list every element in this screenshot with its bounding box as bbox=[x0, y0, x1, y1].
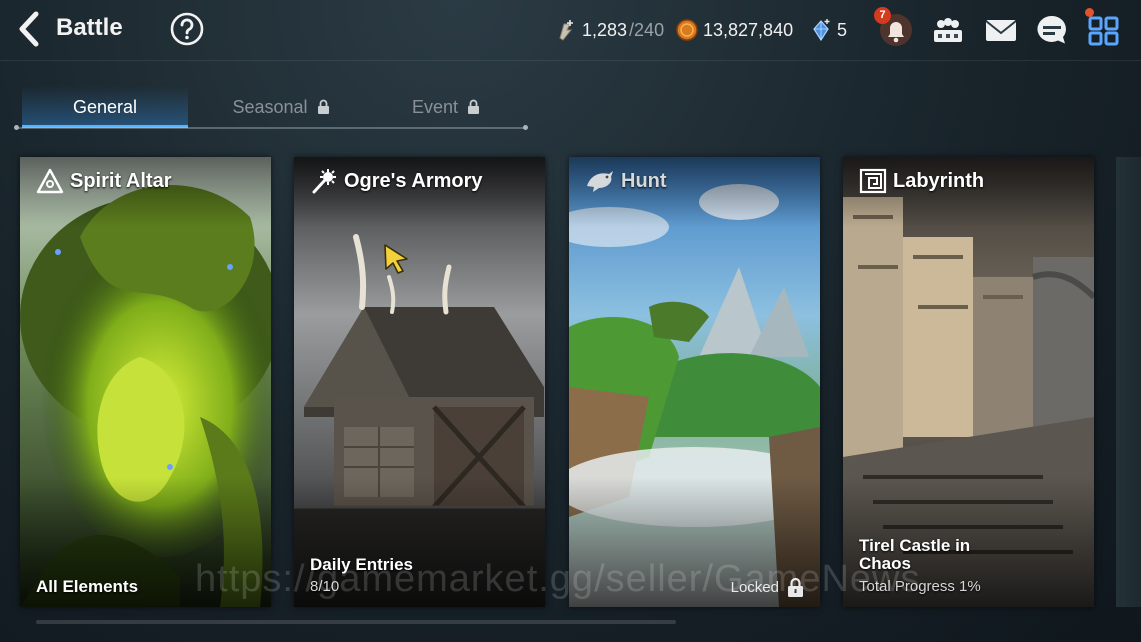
card-title: Spirit Altar bbox=[70, 169, 172, 192]
card-title: Labyrinth bbox=[893, 169, 985, 192]
header-divider bbox=[0, 60, 1141, 61]
dungeon-name-line1: Tirel Castle in bbox=[859, 536, 971, 555]
menu-grid-icon bbox=[1088, 16, 1119, 46]
spirit-altar-icon bbox=[36, 168, 64, 194]
labyrinth-icon bbox=[859, 168, 887, 194]
card-subtitle: All Elements bbox=[36, 577, 139, 596]
card-title: Ogre's Armory bbox=[344, 169, 483, 192]
card-hunt[interactable]: Hunt Locked bbox=[569, 157, 820, 607]
hunt-dragon-icon bbox=[587, 171, 613, 192]
stamina-max: /240 bbox=[629, 19, 665, 40]
crystal-icon bbox=[813, 19, 830, 42]
stamina-icon bbox=[559, 20, 573, 41]
back-arrow-icon bbox=[19, 11, 39, 47]
crystal-value: 5 bbox=[837, 19, 848, 40]
crystal-display[interactable]: 5 bbox=[809, 16, 847, 44]
tab-seasonal[interactable]: Seasonal bbox=[216, 86, 346, 128]
card-header: Hunt bbox=[585, 167, 667, 195]
chat-button[interactable] bbox=[1034, 12, 1070, 48]
gold-coin-icon bbox=[676, 19, 698, 41]
tab-general[interactable]: General bbox=[22, 86, 188, 128]
mouse-cursor-icon bbox=[384, 244, 408, 274]
card-ogres-armory[interactable]: Ogre's Armory Daily Entries 8/10 bbox=[294, 157, 545, 607]
card-header: Labyrinth bbox=[859, 167, 984, 195]
next-card-peek[interactable] bbox=[1116, 157, 1141, 607]
back-button[interactable] bbox=[14, 10, 46, 48]
mail-button[interactable] bbox=[983, 12, 1019, 48]
card-header: Spirit Altar bbox=[36, 167, 172, 195]
mail-icon bbox=[985, 20, 1017, 41]
card-header: Ogre's Armory bbox=[310, 167, 483, 195]
tab-label: Event bbox=[411, 97, 458, 117]
team-button[interactable] bbox=[930, 12, 966, 48]
card-labyrinth[interactable]: Labyrinth Tirel Castle in Chaos Total Pr… bbox=[843, 157, 1094, 607]
watermark-text: https://gamemarket.gg/seller/GameNews bbox=[195, 558, 921, 600]
menu-button[interactable] bbox=[1086, 12, 1122, 48]
card-title: Hunt bbox=[621, 169, 667, 192]
card-spirit-altar[interactable]: Spirit Altar All Elements bbox=[20, 157, 271, 607]
lock-icon bbox=[468, 99, 480, 114]
team-icon bbox=[934, 18, 962, 42]
page-title: Battle bbox=[56, 14, 123, 41]
card-scrollbar[interactable] bbox=[36, 620, 676, 624]
tab-event[interactable]: Event bbox=[396, 86, 496, 128]
menu-alert-dot bbox=[1085, 8, 1094, 17]
lock-icon bbox=[317, 99, 329, 114]
tab-underline bbox=[14, 125, 528, 130]
stamina-value: 1,283 bbox=[582, 19, 628, 40]
tab-label: General bbox=[72, 97, 138, 117]
top-bar: Battle 1,283/240 13,827,840 5 7 bbox=[0, 0, 1141, 60]
category-tabs: General Seasonal Event bbox=[16, 86, 528, 130]
notification-badge: 7 bbox=[874, 7, 891, 24]
gold-value: 13,827,840 bbox=[703, 19, 794, 40]
chat-icon bbox=[1037, 15, 1066, 44]
help-button[interactable] bbox=[170, 12, 204, 46]
ogres-armory-icon bbox=[312, 169, 336, 194]
gold-display[interactable]: 13,827,840 bbox=[675, 16, 793, 44]
tab-label: Seasonal bbox=[232, 97, 308, 117]
help-icon bbox=[170, 12, 204, 46]
stamina-display[interactable]: 1,283/240 bbox=[554, 16, 664, 44]
